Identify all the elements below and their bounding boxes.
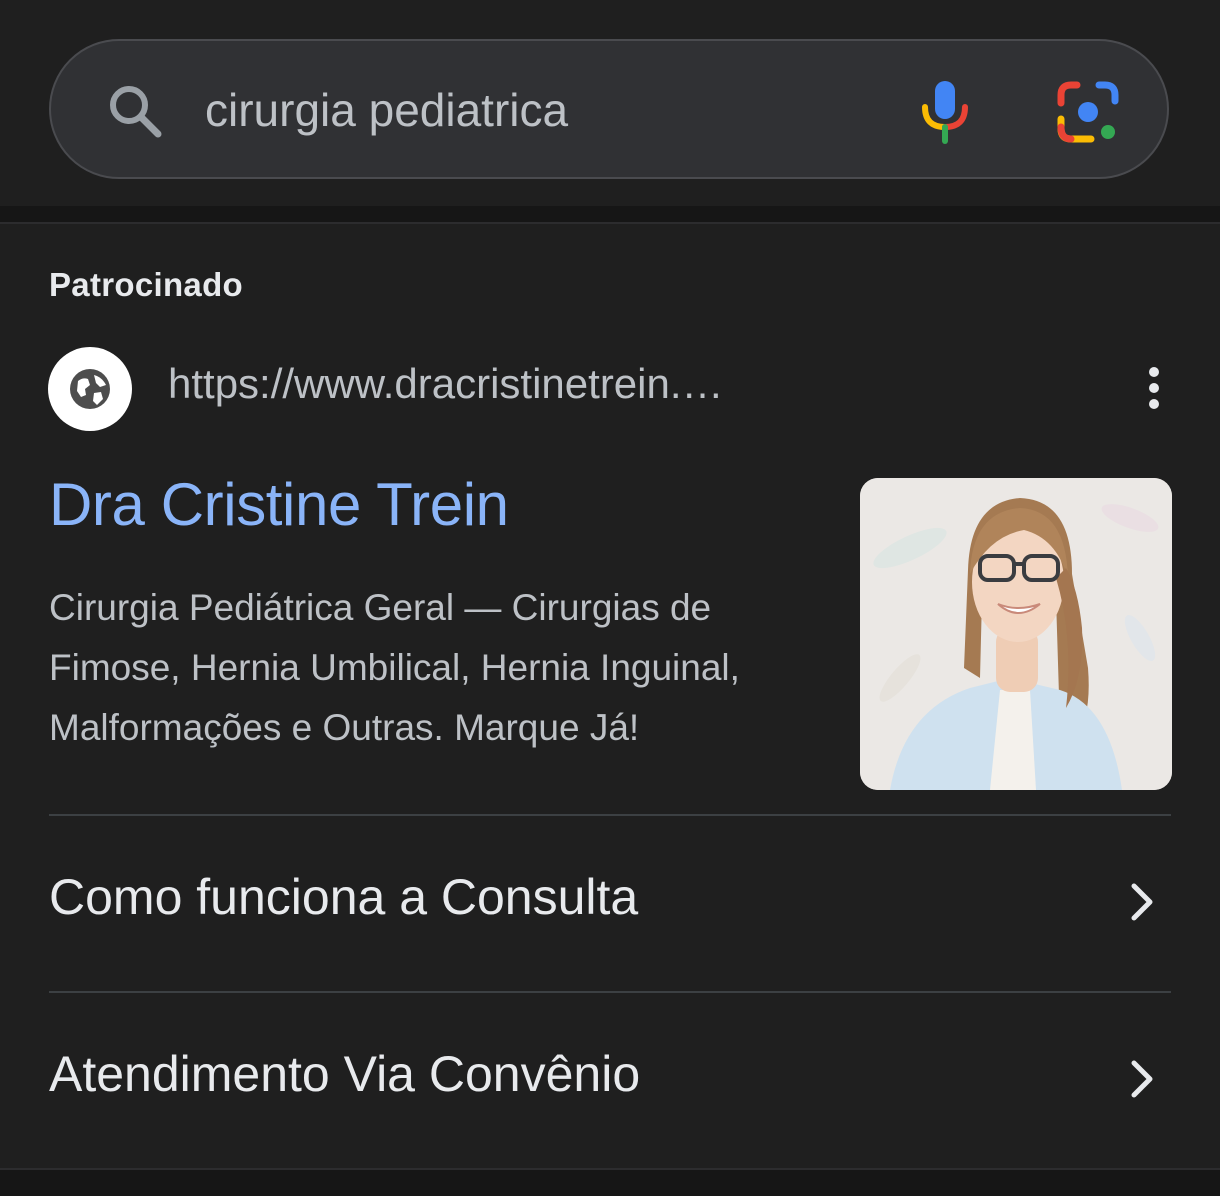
more-vert-icon[interactable] bbox=[1138, 366, 1170, 410]
sitelink-como-funciona[interactable]: Como funciona a Consulta bbox=[0, 816, 1220, 992]
google-lens-icon[interactable] bbox=[1057, 81, 1119, 143]
search-icon bbox=[110, 86, 162, 138]
sponsored-label: Patrocinado bbox=[49, 266, 244, 303]
doctor-portrait-photo[interactable] bbox=[860, 478, 1172, 790]
sitelink-label: Atendimento Via Convênio bbox=[49, 1046, 641, 1102]
ad-description: Cirurgia Pediátrica Geral — Cirurgias de… bbox=[49, 587, 740, 748]
section-divider bbox=[0, 206, 1220, 224]
sitelink-atendimento-convenio[interactable]: Atendimento Via Convênio bbox=[0, 993, 1220, 1169]
ad-display-url[interactable]: https://www.dracristinetrein.… bbox=[168, 360, 724, 408]
search-bar[interactable] bbox=[49, 39, 1169, 179]
globe-icon bbox=[70, 369, 110, 409]
chevron-right-icon bbox=[1131, 1060, 1153, 1098]
sitelink-label: Como funciona a Consulta bbox=[49, 869, 639, 925]
ad-title-link[interactable]: Dra Cristine Trein bbox=[49, 470, 509, 539]
section-divider bbox=[0, 1168, 1220, 1196]
search-header bbox=[0, 0, 1220, 206]
site-favicon[interactable] bbox=[48, 347, 132, 431]
chevron-right-icon bbox=[1131, 883, 1153, 921]
microphone-icon[interactable] bbox=[919, 79, 971, 145]
search-results-page: Patrocinado https://www.dracristinetrein… bbox=[0, 0, 1220, 1196]
search-input[interactable] bbox=[205, 77, 845, 143]
